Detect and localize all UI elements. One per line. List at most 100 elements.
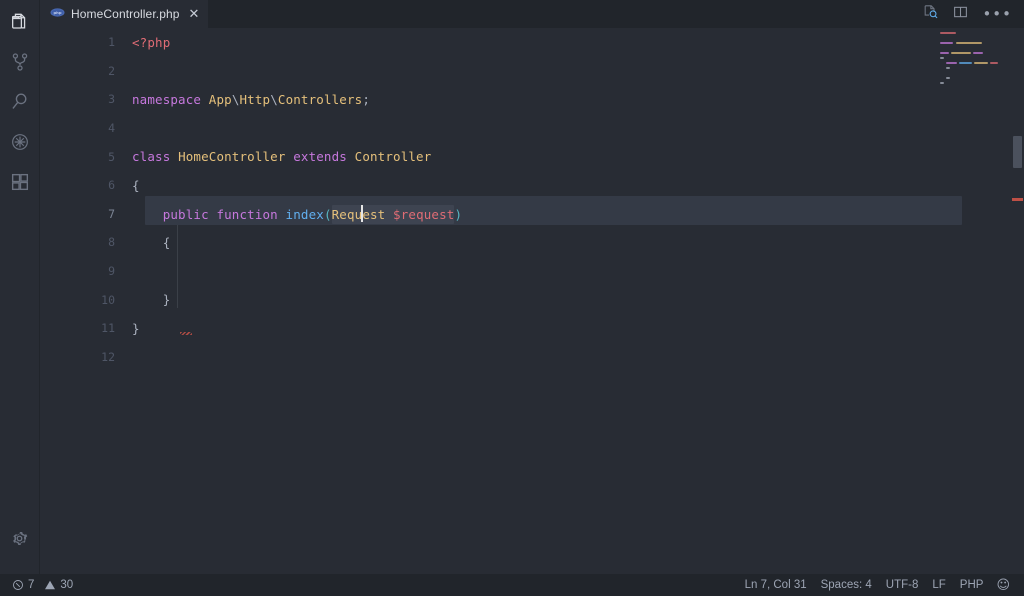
token-close-brace: } [132, 321, 140, 336]
tab-label: HomeController.php [71, 7, 180, 21]
line-number: 8 [40, 235, 132, 249]
token-parent-class: Controller [355, 149, 432, 164]
status-problems[interactable]: 7 30 [6, 574, 79, 596]
source-control-icon [9, 51, 31, 73]
code-line: 8 { [40, 228, 1024, 257]
activitybar-item-run-debug[interactable] [0, 122, 40, 162]
token-parameter-variable: $request [393, 207, 454, 222]
token-open-brace: { [163, 235, 171, 250]
preview-search-icon [922, 3, 939, 25]
line-number: 12 [40, 350, 132, 364]
warning-triangle-icon [44, 579, 56, 591]
tab-list: php HomeController.php ✕ [40, 0, 209, 28]
minimap-line [946, 67, 950, 69]
code-line: 6 { [40, 171, 1024, 200]
token-type-hint-a: Requ [332, 207, 363, 222]
line-number: 1 [40, 35, 132, 49]
line-number: 3 [40, 92, 132, 106]
workbench-body: php HomeController.php ✕ [0, 0, 1024, 574]
line-number: 10 [40, 293, 132, 307]
status-encoding[interactable]: UTF-8 [879, 574, 926, 596]
minimap-line [946, 77, 950, 79]
text-selection: Request $request [332, 205, 455, 224]
activitybar-item-extensions[interactable] [0, 162, 40, 202]
token-ns-http: Http [240, 92, 271, 107]
overview-ruler-error-mark [1012, 198, 1023, 201]
open-preview-button[interactable] [922, 3, 939, 25]
code-line: 1 <?php [40, 28, 1024, 57]
minimap-line [940, 52, 949, 54]
tab-homecontroller-php[interactable]: php HomeController.php ✕ [40, 0, 209, 28]
line-number: 2 [40, 64, 132, 78]
status-language-mode[interactable]: PHP [953, 574, 991, 596]
error-circle-icon [12, 579, 24, 591]
error-count: 7 [28, 574, 34, 596]
line-content: <?php [132, 35, 1024, 50]
line-content: } [132, 292, 1024, 307]
code-editor[interactable]: 1 <?php 2 3 namespace App\Http\Controlle… [40, 28, 1024, 574]
activitybar-item-search[interactable] [0, 82, 40, 122]
status-eol[interactable]: LF [925, 574, 952, 596]
minimap-line [956, 42, 982, 44]
code-line: 5 class HomeController extends Controlle… [40, 142, 1024, 171]
minimap-line [974, 62, 988, 64]
gear-icon [10, 529, 29, 548]
close-icon[interactable]: ✕ [189, 8, 200, 21]
code-line: 4 [40, 114, 1024, 143]
token-public-keyword: public [163, 207, 209, 222]
line-content: } [132, 321, 1024, 336]
code-line: 10 } [40, 285, 1024, 314]
status-cursor-position[interactable]: Ln 7, Col 31 [738, 574, 814, 596]
split-editor-button[interactable] [952, 4, 969, 25]
editor-scrollbar[interactable] [1010, 28, 1024, 574]
php-file-icon: php [50, 7, 65, 21]
line-number: 11 [40, 321, 132, 335]
token-namespace-keyword: namespace [132, 92, 201, 107]
token-class-keyword: class [132, 149, 170, 164]
token-indent [132, 207, 163, 222]
split-editor-icon [952, 4, 969, 25]
editor-tab-bar: php HomeController.php ✕ [40, 0, 1024, 28]
token-space [385, 207, 393, 222]
minimap-line [959, 62, 972, 64]
activitybar-item-settings[interactable] [0, 518, 40, 558]
activitybar-item-source-control[interactable] [0, 42, 40, 82]
token-class-name: HomeController [178, 149, 285, 164]
tabbar-empty-space [209, 0, 922, 28]
token-type-hint-b: est [362, 207, 385, 222]
scrollbar-thumb[interactable] [1013, 136, 1022, 168]
vscode-window: php HomeController.php ✕ [0, 0, 1024, 596]
editor-actions: ••• [922, 0, 1024, 28]
code-surface: 1 <?php 2 3 namespace App\Http\Controlle… [40, 28, 1024, 574]
line-content: class HomeController extends Controller [132, 149, 1024, 164]
minimap-line [946, 62, 957, 64]
activity-bar [0, 0, 40, 574]
minimap[interactable] [922, 28, 1010, 574]
line-number: 9 [40, 264, 132, 278]
status-bar: 7 30 Ln 7, Col 31 Spaces: 4 UTF-8 LF PHP… [0, 574, 1024, 596]
warning-count: 30 [60, 574, 73, 596]
token-open-brace: { [132, 178, 140, 193]
token-php-open: <?php [132, 35, 170, 50]
minimap-line [951, 52, 971, 54]
code-line: 9 [40, 257, 1024, 286]
run-and-debug-icon [9, 131, 31, 153]
token-open-paren: ( [324, 207, 332, 222]
token-ns-sep: \ [232, 92, 240, 107]
activitybar-item-explorer[interactable] [0, 2, 40, 42]
search-icon [9, 91, 31, 113]
status-indentation[interactable]: Spaces: 4 [814, 574, 879, 596]
status-feedback[interactable]: ☺ [990, 574, 1016, 596]
line-content: namespace App\Http\Controllers; [132, 92, 1024, 107]
token-close-brace: } [163, 292, 171, 307]
token-semicolon: ; [362, 92, 370, 107]
token-ns-controllers: Controllers [278, 92, 362, 107]
minimap-line [973, 52, 983, 54]
token-method-name: index [286, 207, 324, 222]
svg-text:php: php [53, 11, 61, 15]
token-ns-app: App [209, 92, 232, 107]
token-indent [132, 292, 163, 307]
files-explorer-icon [9, 11, 31, 33]
ellipsis-icon[interactable]: ••• [982, 7, 1012, 22]
line-content: { [132, 178, 1024, 193]
